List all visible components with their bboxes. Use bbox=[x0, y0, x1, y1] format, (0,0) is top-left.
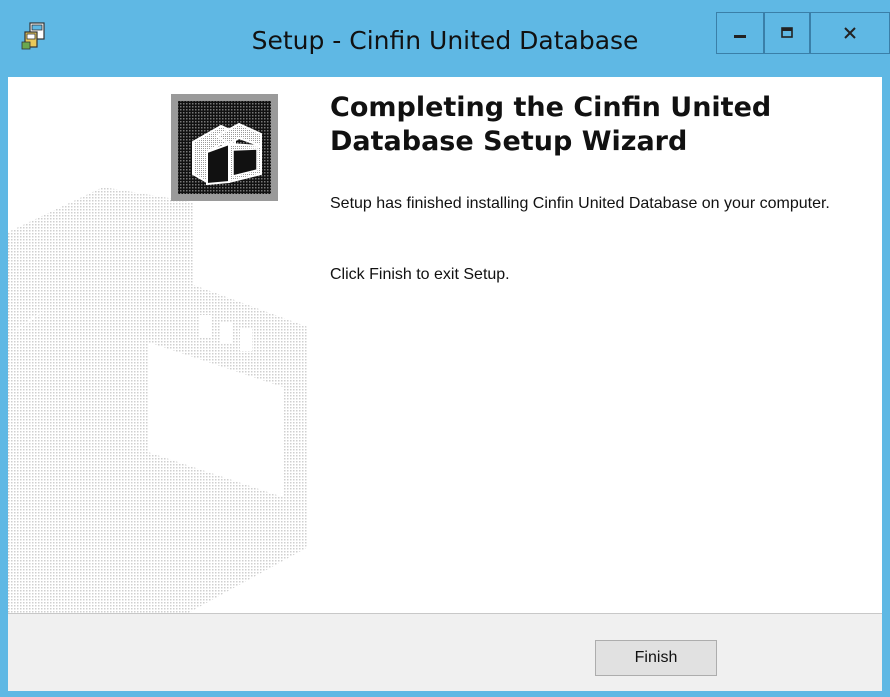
minimize-icon bbox=[734, 35, 746, 38]
wizard-content: Completing the Cinfin United Database Se… bbox=[8, 77, 882, 613]
setup-wizard-image bbox=[171, 94, 278, 201]
maximize-button[interactable] bbox=[764, 12, 810, 54]
title-bar[interactable]: Setup - Cinfin United Database bbox=[0, 0, 890, 77]
caption-buttons bbox=[716, 12, 890, 54]
finished-message: Setup has finished installing Cinfin Uni… bbox=[330, 195, 830, 212]
finish-button[interactable]: Finish bbox=[595, 640, 717, 676]
close-icon bbox=[844, 27, 856, 39]
close-button[interactable] bbox=[810, 12, 890, 54]
button-bar: Finish bbox=[8, 613, 882, 691]
minimize-button[interactable] bbox=[716, 12, 764, 54]
exit-instruction: Click Finish to exit Setup. bbox=[330, 266, 510, 283]
setup-window: Setup - Cinfin United Database Completin… bbox=[0, 0, 890, 697]
maximize-icon bbox=[781, 27, 793, 38]
wizard-heading: Completing the Cinfin United Database Se… bbox=[330, 92, 772, 157]
